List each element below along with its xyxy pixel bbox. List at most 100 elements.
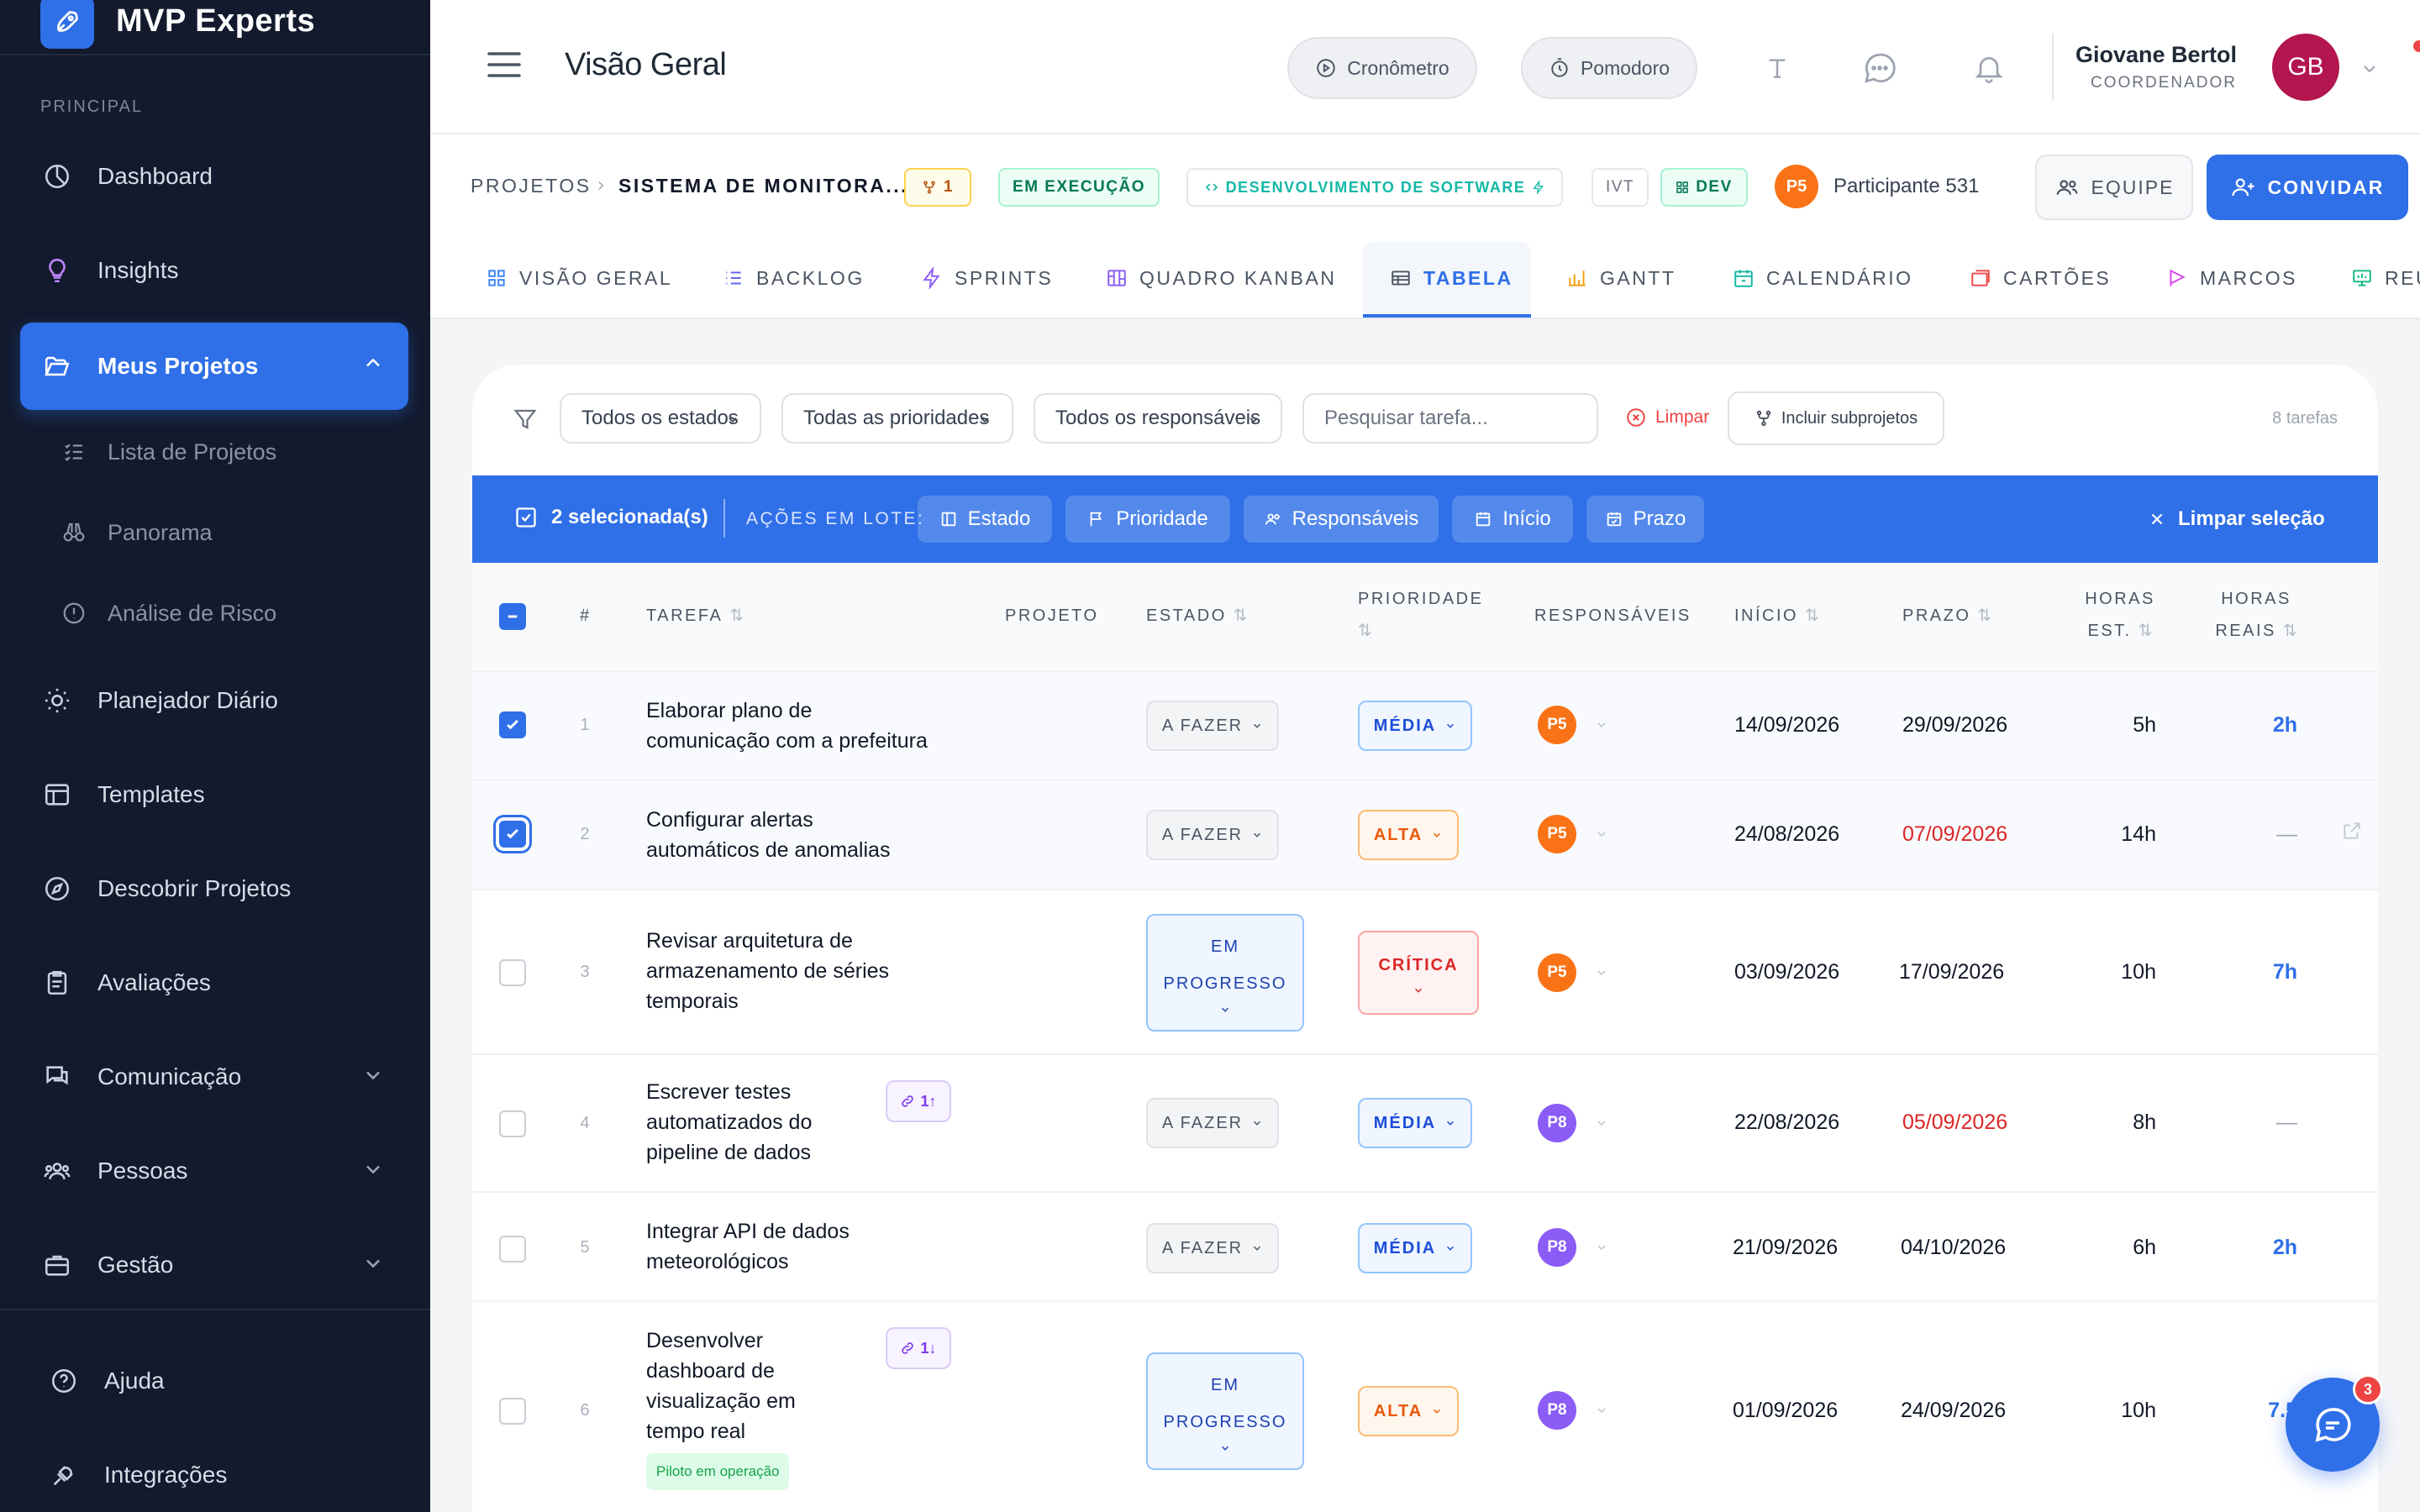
messages-icon[interactable] <box>1859 47 1901 89</box>
status-dropdown[interactable]: A FAZER <box>1146 1098 1279 1148</box>
sidebar-item-insights[interactable]: Insights <box>20 228 408 312</box>
sidebar-item-templates[interactable]: Templates <box>20 753 408 837</box>
status-dropdown[interactable]: EM PROGRESSO <box>1146 1352 1304 1470</box>
tab-kanban[interactable]: QUADRO KANBAN <box>1106 252 1336 304</box>
incluir-subprojetos-button[interactable]: Incluir subprojetos <box>1728 391 1944 445</box>
limpar-selecao-button[interactable]: Limpar seleção <box>2148 507 2325 531</box>
status-dropdown[interactable]: A FAZER <box>1146 810 1279 860</box>
equipe-button[interactable]: EQUIPE <box>2035 155 2193 220</box>
status-dropdown[interactable]: A FAZER <box>1146 1223 1279 1273</box>
bulk-inicio-button[interactable]: Início <box>1452 496 1573 543</box>
sidebar-item-pessoas[interactable]: Pessoas <box>20 1129 408 1213</box>
sidebar-item-descobrir[interactable]: Descobrir Projetos <box>20 847 408 931</box>
status-dropdown[interactable]: A FAZER <box>1146 701 1279 751</box>
sidebar-item-avaliacoes[interactable]: Avaliações <box>20 941 408 1025</box>
task-title[interactable]: Integrar API de dados meteorológicos <box>646 1216 923 1277</box>
sidebar-item-dashboard[interactable]: Dashboard <box>20 134 408 218</box>
assignee-avatar[interactable]: P8 <box>1538 1104 1576 1142</box>
cronometro-button[interactable]: Cronômetro <box>1287 37 1477 99</box>
actual-hours[interactable]: — <box>2230 1110 2297 1135</box>
sidebar-sub-lista-projetos[interactable]: Lista de Projetos <box>59 427 276 477</box>
priority-dropdown[interactable]: MÉDIA <box>1358 701 1472 751</box>
tab-sprints[interactable]: SPRINTS <box>921 252 1053 304</box>
menu-icon[interactable] <box>487 50 521 79</box>
sidebar-sub-panorama[interactable]: Panorama <box>59 507 213 558</box>
sidebar-item-planejador[interactable]: Planejador Diário <box>20 659 408 743</box>
tab-calendario[interactable]: CALENDÁRIO <box>1733 252 1913 304</box>
actual-hours[interactable]: 2h <box>2230 1236 2297 1260</box>
convidar-button[interactable]: CONVIDAR <box>2207 155 2408 220</box>
bulk-estado-button[interactable]: Estado <box>918 496 1052 543</box>
priority-dropdown[interactable]: ALTA <box>1358 1386 1459 1436</box>
chevron-down-icon[interactable] <box>1595 1404 1608 1417</box>
priority-dropdown[interactable]: ALTA <box>1358 810 1459 860</box>
row-checkbox[interactable] <box>499 959 526 986</box>
tab-visao-geral[interactable]: VISÃO GERAL <box>486 252 672 304</box>
task-title[interactable]: Escrever testes automatizados do pipelin… <box>646 1077 873 1168</box>
sidebar-item-integracoes[interactable]: Integrações <box>20 1433 408 1512</box>
tab-marcos[interactable]: MARCOS <box>2166 252 2297 304</box>
col-prazo[interactable]: PRAZO ⇅ <box>1902 600 1991 632</box>
search-input[interactable] <box>1302 393 1598 444</box>
col-horas-est[interactable]: HORAS EST. ⇅ <box>2075 583 2165 647</box>
chevron-down-icon[interactable] <box>1595 966 1608 979</box>
breadcrumb-root[interactable]: PROJETOS <box>471 175 592 197</box>
actual-hours[interactable]: — <box>2230 822 2297 847</box>
fork-badge[interactable]: 1 <box>904 168 971 207</box>
tab-tabela[interactable]: TABELA <box>1390 252 1513 304</box>
task-title[interactable]: Elaborar plano de comunicação com a pref… <box>646 696 932 756</box>
chevron-down-icon[interactable] <box>1595 1241 1608 1254</box>
row-checkbox[interactable] <box>499 1110 526 1137</box>
tab-backlog[interactable]: BACKLOG <box>723 252 865 304</box>
sidebar-item-ajuda[interactable]: Ajuda <box>20 1339 408 1423</box>
assignee-avatar[interactable]: P5 <box>1538 815 1576 853</box>
sidebar-item-meus-projetos[interactable]: Meus Projetos <box>20 323 408 410</box>
responsaveis-filter[interactable]: Todos os responsáveis <box>1034 393 1282 444</box>
sidebar-sub-analise-risco[interactable]: Análise de Risco <box>59 588 276 638</box>
status-dropdown[interactable]: EM PROGRESSO <box>1146 914 1304 1032</box>
pomodoro-button[interactable]: Pomodoro <box>1521 37 1697 99</box>
filter-icon[interactable] <box>513 407 538 432</box>
task-title[interactable]: Revisar arquitetura de armazenamento de … <box>646 926 932 1016</box>
estado-filter[interactable]: Todos os estados <box>560 393 761 444</box>
external-link-icon[interactable] <box>2341 820 2363 842</box>
bulk-prazo-button[interactable]: Prazo <box>1586 496 1704 543</box>
assignee-avatar[interactable]: P5 <box>1538 953 1576 992</box>
bulk-prioridade-button[interactable]: Prioridade <box>1065 496 1230 543</box>
tab-reunioes[interactable]: REU <box>2351 252 2420 304</box>
dependency-badge[interactable]: 1↓ <box>886 1327 951 1369</box>
chevron-down-icon[interactable] <box>2360 59 2380 79</box>
col-inicio[interactable]: INÍCIO ⇅ <box>1734 600 1819 632</box>
task-title[interactable]: Configurar alertas automáticos de anomal… <box>646 805 932 865</box>
select-all-checkbox[interactable] <box>499 603 526 630</box>
participant-avatar[interactable]: P5 <box>1775 165 1818 208</box>
sidebar-item-comunicacao[interactable]: Comunicação <box>20 1035 408 1119</box>
chevron-down-icon[interactable] <box>1595 1116 1608 1130</box>
col-estado[interactable]: ESTADO ⇅ <box>1146 600 1248 632</box>
dependency-badge[interactable]: 1↑ <box>886 1080 951 1122</box>
row-checkbox[interactable] <box>499 1398 526 1425</box>
priority-dropdown[interactable]: MÉDIA <box>1358 1223 1472 1273</box>
col-prioridade[interactable]: PRIORIDADE ⇅ <box>1358 583 1483 647</box>
bulk-responsaveis-button[interactable]: Responsáveis <box>1244 496 1439 543</box>
priority-dropdown[interactable]: CRÍTICA <box>1358 931 1479 1015</box>
chevron-down-icon[interactable] <box>1595 718 1608 732</box>
user-avatar[interactable]: GB <box>2272 34 2339 101</box>
brand[interactable]: MVP Experts <box>40 0 315 54</box>
chevron-down-icon[interactable] <box>1595 827 1608 841</box>
assignee-avatar[interactable]: P8 <box>1538 1391 1576 1430</box>
row-checkbox[interactable] <box>499 1236 526 1263</box>
bell-icon[interactable] <box>1968 47 2010 89</box>
prioridade-filter[interactable]: Todas as prioridades <box>781 393 1013 444</box>
assignee-avatar[interactable]: P8 <box>1538 1228 1576 1267</box>
assignee-avatar[interactable]: P5 <box>1538 706 1576 744</box>
actual-hours[interactable]: 2h <box>2230 713 2297 738</box>
col-horas-reais[interactable]: HORAS REAIS ⇅ <box>2212 583 2301 647</box>
col-tarefa[interactable]: TAREFA ⇅ <box>646 600 744 632</box>
row-checkbox[interactable] <box>499 821 526 848</box>
tab-cartoes[interactable]: CARTÕES <box>1970 252 2111 304</box>
row-checkbox[interactable] <box>499 711 526 738</box>
actual-hours[interactable]: 7h <box>2230 960 2297 984</box>
sidebar-item-gestao[interactable]: Gestão <box>20 1223 408 1307</box>
priority-dropdown[interactable]: MÉDIA <box>1358 1098 1472 1148</box>
